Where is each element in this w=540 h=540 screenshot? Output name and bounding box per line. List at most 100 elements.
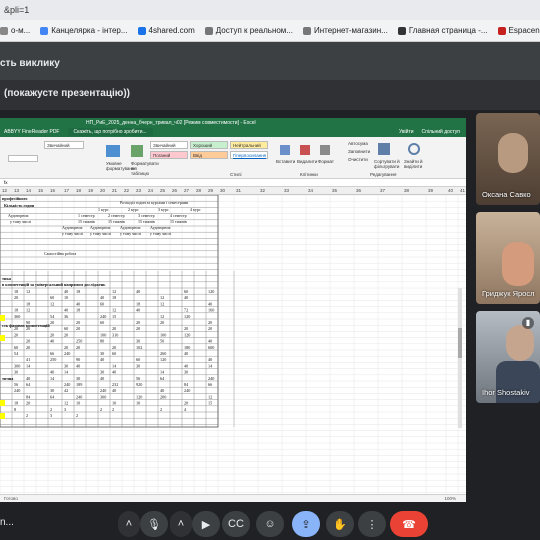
clear-button[interactable]: Очистити — [348, 157, 368, 162]
abbyy-tab[interactable]: ABBYY FineReader PDF — [4, 129, 60, 135]
column-header[interactable]: 19 — [88, 188, 93, 193]
bookmark-item[interactable]: Интернет-магазин... — [302, 26, 388, 35]
column-header[interactable]: 20 — [100, 188, 105, 193]
emoji-button[interactable]: ☺ — [256, 511, 284, 537]
formula-bar[interactable]: fx — [0, 179, 466, 187]
vertical-scrollbar[interactable] — [458, 288, 462, 428]
find-select-label: Знайти й виділити — [404, 159, 423, 169]
column-header[interactable]: 37 — [380, 188, 385, 193]
end-call-button[interactable]: ☎ — [390, 511, 428, 537]
participant-tile-2[interactable]: Гриджук Яросл — [476, 212, 540, 304]
bookmark-item[interactable]: Канцелярка - інтер... — [40, 26, 128, 35]
banner-text-2: (покажусте презентацію)) — [4, 88, 130, 99]
cell-value: 40 — [160, 388, 164, 393]
cell-value: 20 — [64, 332, 68, 337]
column-header[interactable]: 33 — [284, 188, 289, 193]
cell-value: 12 — [160, 295, 164, 300]
column-header[interactable]: 15 — [38, 188, 43, 193]
find-select-icon[interactable] — [408, 143, 420, 155]
zoom-level[interactable]: 100% — [444, 496, 466, 501]
column-header[interactable]: 18 — [76, 188, 81, 193]
column-header[interactable]: 26 — [172, 188, 177, 193]
participant-tile-1[interactable]: Оксана Савко — [476, 113, 540, 205]
cell-style-option[interactable]: Поганий — [150, 151, 188, 159]
highlight-cell — [0, 400, 5, 406]
participant-tile-3[interactable]: ▮ Ihor Shostakiv — [476, 311, 540, 403]
number-format-select[interactable]: Звичайний — [44, 141, 84, 149]
column-header[interactable]: 16 — [50, 188, 55, 193]
chevron-up-button[interactable]: ˄ — [118, 511, 140, 537]
bookmark-item[interactable]: Главная страница -... — [397, 26, 488, 35]
column-header[interactable]: 39 — [428, 188, 433, 193]
column-header[interactable]: 21 — [112, 188, 117, 193]
bookmark-item[interactable]: Доступ к реальном... — [204, 26, 293, 35]
cell-value: 40 — [184, 363, 188, 368]
header-cell-text: 15 тижнів — [170, 219, 187, 224]
cell-value: 80 — [100, 339, 104, 344]
column-header[interactable]: 30 — [220, 188, 225, 193]
conditional-format-icon[interactable] — [106, 145, 120, 157]
cell-value: 240 — [100, 388, 106, 393]
column-header[interactable]: 17 — [64, 188, 69, 193]
mic-button[interactable]: 🎙 — [140, 511, 168, 537]
more-button[interactable]: ⋮ — [358, 511, 386, 537]
bookmark-item[interactable]: о-м... — [0, 26, 30, 35]
column-header[interactable]: 24 — [148, 188, 153, 193]
column-header[interactable]: 40 — [448, 188, 453, 193]
share-button[interactable]: Спільний доступ — [422, 129, 460, 135]
column-header[interactable]: 38 — [404, 188, 409, 193]
column-header[interactable]: 22 — [124, 188, 129, 193]
autosum-button[interactable]: Автосума — [348, 141, 368, 146]
column-header[interactable]: 34 — [308, 188, 313, 193]
column-header[interactable]: 29 — [208, 188, 213, 193]
column-header[interactable]: 35 — [332, 188, 337, 193]
format-table-icon[interactable] — [131, 145, 143, 157]
format-icon[interactable] — [320, 145, 330, 155]
column-header[interactable]: 13 — [14, 188, 19, 193]
insert-label: Вставити — [276, 159, 296, 164]
sign-in-link[interactable]: Увійти — [399, 129, 414, 135]
meet-chat-banner: (покажусте презентацію)) — [0, 80, 540, 110]
fill-button[interactable]: Заповнити — [348, 149, 370, 154]
tell-me-search[interactable]: Скажіть, що потрібно зробити... — [67, 128, 153, 136]
captions-button[interactable]: CC — [222, 511, 250, 537]
bookmark-item[interactable]: Espacenet - Исходн... — [497, 26, 540, 35]
cell-style-option[interactable]: Нейтральний — [230, 141, 268, 149]
insert-icon[interactable] — [280, 145, 290, 155]
column-header[interactable]: 27 — [184, 188, 189, 193]
url-text: &pli=1 — [4, 5, 30, 15]
delete-icon[interactable] — [300, 145, 310, 155]
column-header[interactable]: 32 — [260, 188, 265, 193]
cell-value: 240 — [64, 382, 70, 387]
column-header[interactable]: 23 — [136, 188, 141, 193]
column-header[interactable]: 31 — [236, 188, 241, 193]
cell-value: 8 — [14, 407, 16, 412]
column-header[interactable]: 28 — [196, 188, 201, 193]
cell-value: 240 — [208, 376, 214, 381]
bookmark-item[interactable]: 4shared.com — [137, 26, 195, 35]
epo-icon — [497, 26, 506, 35]
cell-value: 30 — [50, 388, 54, 393]
participant-name: Гриджук Яросл — [482, 289, 535, 298]
chevron-up-button[interactable]: ˄ — [170, 511, 192, 537]
cell-value: 30 — [14, 370, 18, 375]
column-header[interactable]: 36 — [356, 188, 361, 193]
column-header[interactable]: 25 — [160, 188, 165, 193]
cell-style-option[interactable]: Хороший — [190, 141, 228, 149]
spreadsheet-grid[interactable]: Розподіл годин за курсами і семестрами 1 … — [0, 195, 466, 495]
cell-style-option[interactable]: Гіперпосилання — [230, 151, 268, 159]
cell-style-option[interactable]: Ввід — [190, 151, 228, 159]
excel-title-bar: НП_РиЕ_2025_денна_бчерн_тривал_ч02 [Режи… — [0, 118, 466, 127]
camera-button[interactable]: ▶ — [192, 511, 220, 537]
browser-address-bar[interactable]: &pli=1 — [0, 0, 540, 20]
present-button[interactable]: ⇪ — [292, 511, 320, 537]
cell-style-option[interactable]: Звичайний — [150, 141, 188, 149]
column-header[interactable]: 12 — [2, 188, 7, 193]
sort-filter-icon[interactable] — [378, 143, 390, 155]
font-select[interactable] — [8, 155, 38, 162]
column-header[interactable]: 14 — [26, 188, 31, 193]
scroll-thumb[interactable] — [458, 328, 462, 358]
cell-value: 200 — [160, 394, 166, 399]
raise-hand-button[interactable]: ✋ — [326, 511, 354, 537]
column-header[interactable]: 41 — [460, 188, 465, 193]
